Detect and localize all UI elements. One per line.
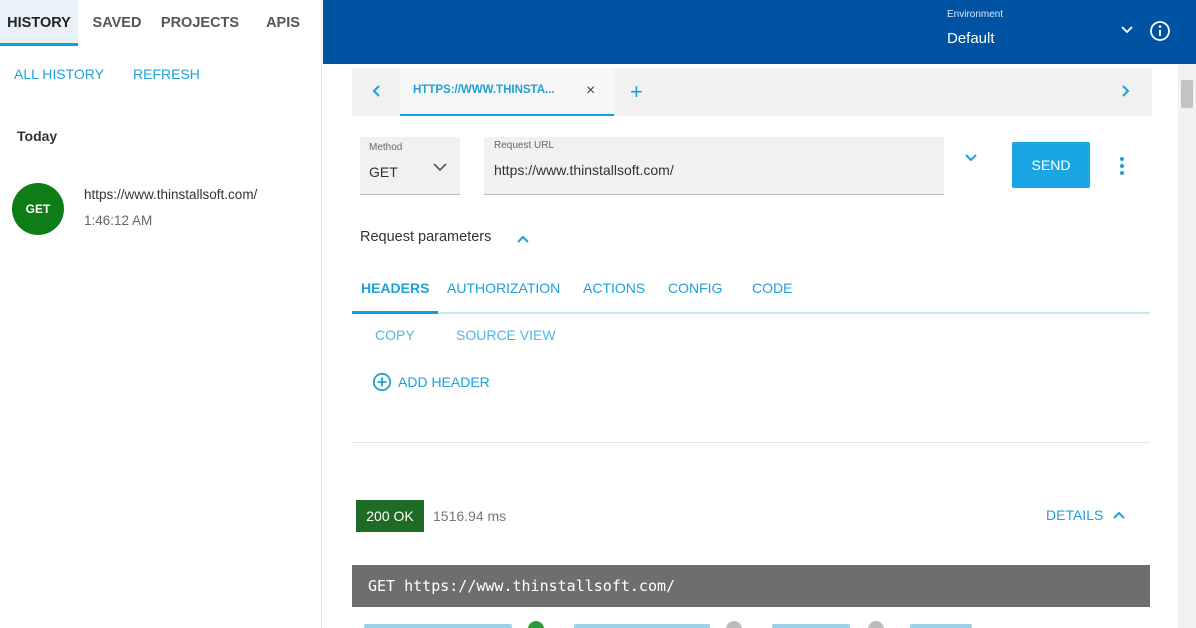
method-badge: GET [12, 183, 64, 235]
send-button[interactable]: SEND [1012, 142, 1090, 188]
request-line-bar: GET https://www.thinstallsoft.com/ [352, 565, 1150, 607]
url-field[interactable]: Request URL https://www.thinstallsoft.co… [484, 137, 944, 195]
chevron-down-icon [1121, 26, 1133, 34]
history-group-title: Today [17, 128, 58, 144]
left-tab-bar: HISTORY SAVED PROJECTS APIS [0, 0, 322, 48]
redirects-tab-cutoff[interactable] [772, 624, 850, 628]
info-icon[interactable] [1149, 20, 1171, 42]
url-input[interactable]: https://www.thinstallsoft.com/ [494, 162, 674, 178]
chevron-down-icon [433, 163, 447, 172]
method-select[interactable]: Method GET [360, 137, 460, 195]
details-button[interactable]: DETAILS [1046, 507, 1103, 523]
history-item-url: https://www.thinstallsoft.com/ [84, 187, 258, 202]
request-headers-tab-cutoff[interactable] [574, 624, 710, 628]
scrollbar-thumb[interactable] [1181, 80, 1193, 108]
parameter-tabs: HEADERS AUTHORIZATION ACTIONS CONFIG COD… [352, 266, 1150, 314]
close-icon[interactable]: × [586, 82, 595, 100]
add-tab-icon[interactable]: + [630, 79, 643, 105]
top-bar: Environment Default [323, 0, 1196, 64]
status-dot-icon [528, 621, 544, 628]
add-header-label: ADD HEADER [398, 374, 490, 390]
environment-label: Environment [947, 9, 1004, 20]
environment-value: Default [947, 30, 995, 47]
tab-projects[interactable]: PROJECTS [156, 0, 244, 46]
request-line: GET https://www.thinstallsoft.com/ [368, 577, 676, 595]
response-panel-tabs-cutoff [352, 618, 1150, 628]
environment-selector[interactable]: Environment Default [947, 0, 1147, 60]
request-parameters-title[interactable]: Request parameters [360, 229, 491, 245]
method-label: Method [369, 142, 403, 153]
status-dot-icon [726, 621, 742, 628]
timings-tab-cutoff[interactable] [910, 624, 972, 628]
history-panel: HISTORY SAVED PROJECTS APIS ALL HISTORY … [0, 0, 322, 628]
tab-actions[interactable]: ACTIONS [583, 280, 645, 296]
method-value: GET [369, 164, 398, 180]
url-label: Request URL [494, 140, 555, 151]
history-item-time: 1:46:12 AM [84, 213, 153, 228]
expand-url-icon[interactable] [962, 149, 980, 167]
tab-config[interactable]: CONFIG [668, 280, 722, 296]
app-root: HISTORY SAVED PROJECTS APIS ALL HISTORY … [0, 0, 1196, 628]
active-tab-indicator [352, 311, 438, 314]
tab-history[interactable]: HISTORY [0, 0, 78, 46]
request-tab[interactable]: HTTPS://WWW.THINSTA... × [400, 68, 614, 116]
tab-headers[interactable]: HEADERS [361, 280, 429, 296]
response-headers-tab-cutoff[interactable] [364, 624, 512, 628]
all-history-button[interactable]: ALL HISTORY [14, 66, 104, 82]
request-tab-label: HTTPS://WWW.THINSTA... [413, 84, 555, 96]
refresh-button[interactable]: REFRESH [133, 66, 200, 82]
request-tab-bar: HTTPS://WWW.THINSTA... × + [352, 68, 1152, 116]
section-divider [352, 442, 1150, 443]
history-item[interactable]: GET https://www.thinstallsoft.com/ 1:46:… [12, 180, 312, 236]
tab-code[interactable]: CODE [752, 280, 792, 296]
tab-authorization[interactable]: AUTHORIZATION [447, 280, 560, 296]
chevron-up-icon[interactable] [1110, 506, 1128, 524]
chevron-right-icon[interactable] [1116, 82, 1134, 100]
copy-button[interactable]: COPY [375, 327, 415, 343]
tab-saved[interactable]: SAVED [82, 0, 152, 46]
status-dot-icon [868, 621, 884, 628]
scrollbar[interactable] [1178, 64, 1196, 628]
response-time: 1516.94 ms [433, 508, 507, 524]
chevron-up-icon[interactable] [514, 230, 532, 248]
chevron-left-icon[interactable] [368, 82, 386, 100]
tab-apis[interactable]: APIS [256, 0, 310, 46]
status-badge: 200 OK [356, 500, 424, 532]
more-vert-icon[interactable] [1112, 154, 1132, 178]
source-view-button[interactable]: SOURCE VIEW [456, 327, 556, 343]
add-circle-icon [372, 372, 392, 392]
